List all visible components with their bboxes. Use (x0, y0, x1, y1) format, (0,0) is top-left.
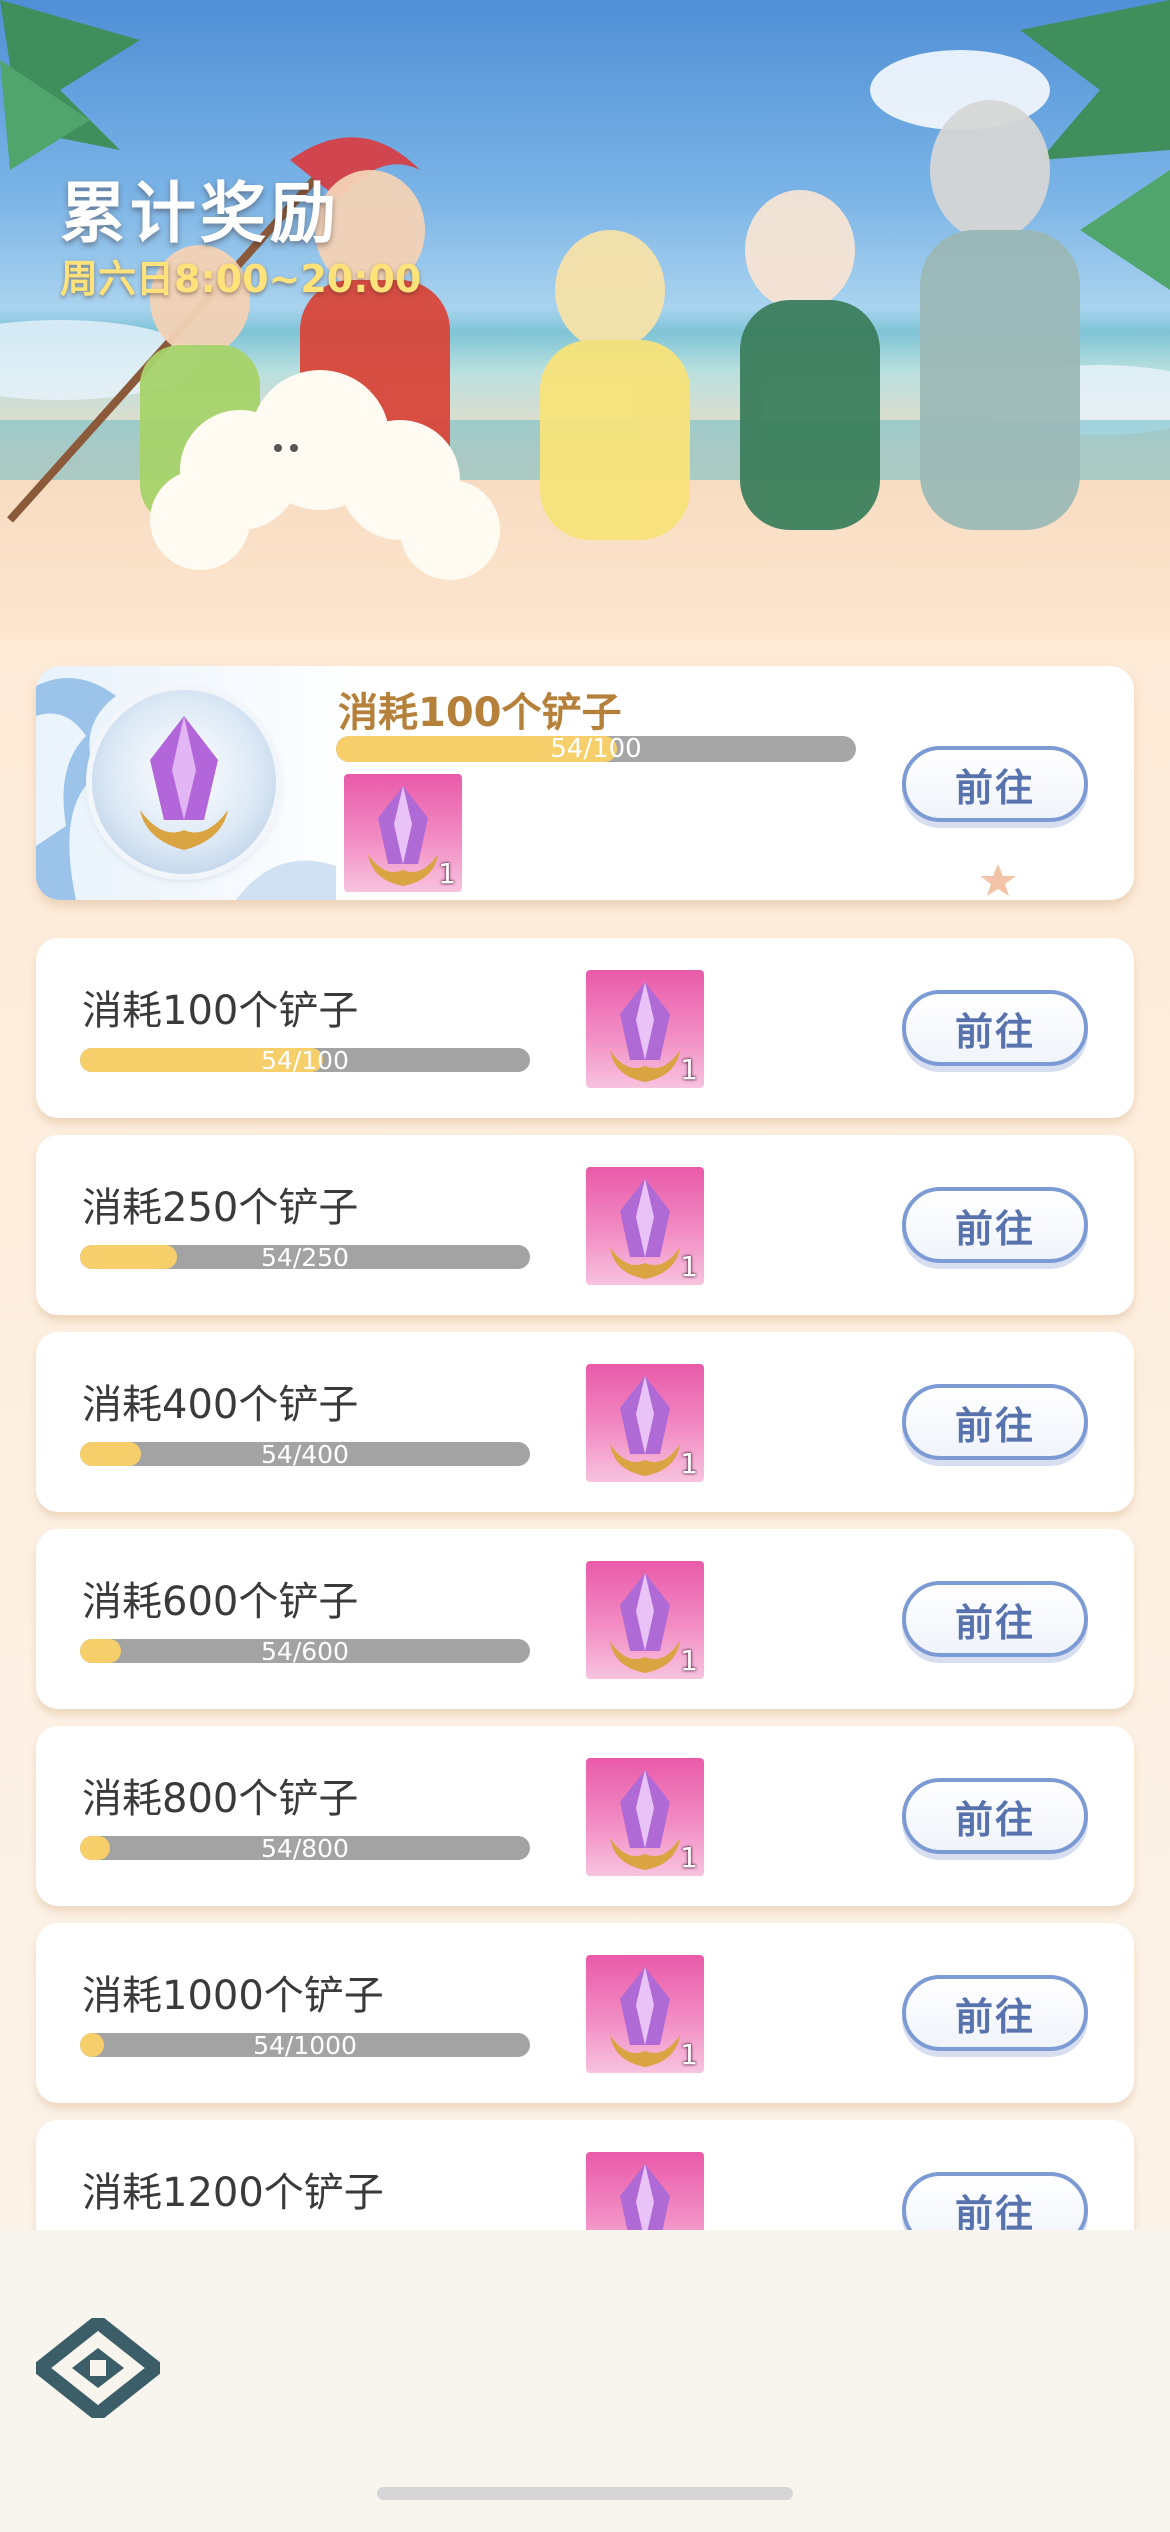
task-title: 消耗1200个铲子 (82, 2170, 384, 2216)
task-title: 消耗600个铲子 (82, 1579, 359, 1625)
task-progress-text: 54/400 (261, 1442, 349, 1466)
task-title: 消耗250个铲子 (82, 1185, 359, 1231)
task-go-button[interactable]: 前往 (902, 1778, 1088, 1854)
task-progress-bar: 54/800 (80, 1836, 530, 1860)
task-progress-bar: 54/600 (80, 1639, 530, 1663)
reward-quantity: 1 (680, 2038, 698, 2071)
task-reward-item[interactable]: 1 (586, 1167, 704, 1285)
purple-crystal-icon (140, 716, 228, 850)
event-schedule: 周六日8:00~20:00 (60, 257, 422, 301)
task-progress-text: 54/800 (261, 1836, 349, 1860)
reward-quantity: 1 (680, 1644, 698, 1677)
task-card-4: 消耗600个铲子 54/600 1 前往 (36, 1529, 1134, 1709)
featured-progress-bar: 54/100 (336, 736, 856, 762)
featured-reward-item[interactable]: 1 (344, 774, 462, 892)
task-go-button[interactable]: 前往 (902, 1581, 1088, 1657)
task-progress-text: 54/600 (261, 1639, 349, 1663)
task-go-button[interactable]: 前往 (902, 1384, 1088, 1460)
featured-progress-text: 54/100 (550, 736, 642, 762)
task-card-1: 消耗100个铲子 54/100 1 前往 (36, 938, 1134, 1118)
task-progress-text: 54/1000 (253, 2033, 357, 2057)
task-progress-text: 54/250 (261, 1245, 349, 1269)
task-go-button[interactable]: 前往 (902, 1975, 1088, 2051)
task-progress-bar: 54/400 (80, 1442, 530, 1466)
task-progress-bar: 54/250 (80, 1245, 530, 1269)
task-card-3: 消耗400个铲子 54/400 1 前往 (36, 1332, 1134, 1512)
task-card-2: 消耗250个铲子 54/250 1 前往 (36, 1135, 1134, 1315)
reward-quantity: 1 (680, 1841, 698, 1874)
task-title: 消耗1000个铲子 (82, 1973, 384, 2019)
page-title: 累计奖励 (60, 175, 340, 252)
task-go-button[interactable]: 前往 (902, 1187, 1088, 1263)
diamond-logo-icon[interactable] (36, 2318, 160, 2418)
task-progress-text: 54/100 (261, 1048, 349, 1072)
task-card-5: 消耗800个铲子 54/800 1 前往 (36, 1726, 1134, 1906)
reward-quantity: 1 (680, 1053, 698, 1086)
task-title: 消耗400个铲子 (82, 1382, 359, 1428)
home-indicator[interactable] (377, 2487, 793, 2500)
task-reward-item[interactable]: 1 (586, 1955, 704, 2073)
task-reward-item[interactable]: 1 (586, 970, 704, 1088)
task-progress-bar: 54/100 (80, 1048, 530, 1072)
hero-banner: 累计奖励 周六日8:00~20:00 (0, 0, 1170, 640)
reward-quantity: 1 (680, 1250, 698, 1283)
featured-task-card: 消耗100个铲子 54/100 1 前往 (36, 666, 1134, 900)
reward-quantity: 1 (438, 857, 456, 890)
featured-go-button[interactable]: 前往 (902, 746, 1088, 822)
task-card-6: 消耗1000个铲子 54/1000 1 前往 (36, 1923, 1134, 2103)
task-title: 消耗800个铲子 (82, 1776, 359, 1822)
task-progress-bar: 54/1000 (80, 2033, 530, 2057)
task-go-button[interactable]: 前往 (902, 990, 1088, 1066)
beach-scene-illustration (0, 0, 1170, 580)
task-reward-item[interactable]: 1 (586, 1364, 704, 1482)
starfish-icon (980, 864, 1016, 896)
task-title: 消耗100个铲子 (82, 988, 359, 1034)
featured-reward-orb (92, 690, 276, 874)
reward-quantity: 1 (680, 1447, 698, 1480)
task-reward-item[interactable]: 1 (586, 1561, 704, 1679)
task-reward-item[interactable]: 1 (586, 1758, 704, 1876)
featured-task-title: 消耗100个铲子 (338, 690, 622, 736)
